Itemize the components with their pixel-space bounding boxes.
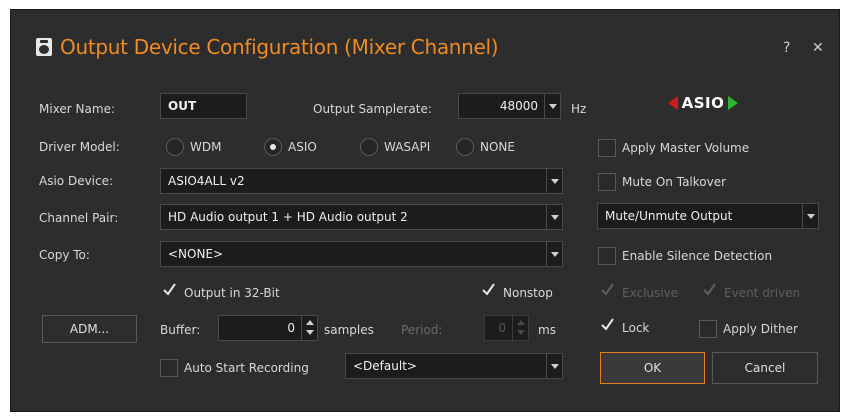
radio-asio[interactable]: ASIO xyxy=(264,137,317,157)
radio-wasapi[interactable]: WASAPI xyxy=(360,137,430,157)
samplerate-select[interactable]: 48000 xyxy=(458,93,561,119)
asio-device-label: Asio Device: xyxy=(39,174,114,188)
checkmark-icon xyxy=(163,283,176,296)
copy-to-label: Copy To: xyxy=(39,248,90,262)
asio-logo: ASIO xyxy=(668,93,738,113)
chevron-down-icon xyxy=(802,204,818,228)
dialog-window: Output Device Configuration (Mixer Chann… xyxy=(10,9,840,412)
chevron-down-icon xyxy=(546,169,562,193)
channel-pair-label: Channel Pair: xyxy=(39,211,119,225)
nonstop-checkbox[interactable]: Nonstop xyxy=(479,283,553,303)
period-unit: ms xyxy=(538,323,556,337)
mute-on-talkover-checkbox[interactable]: Mute On Talkover xyxy=(598,172,726,192)
checkmark-icon xyxy=(482,283,495,296)
apply-master-volume-checkbox[interactable]: Apply Master Volume xyxy=(598,138,749,158)
asio-device-select[interactable]: ASIO4ALL v2 xyxy=(160,168,563,194)
help-button[interactable]: ? xyxy=(783,40,790,56)
chevron-down-icon xyxy=(546,242,562,266)
lock-checkbox[interactable]: Lock xyxy=(598,318,649,338)
ok-button[interactable]: OK xyxy=(600,352,705,384)
output-32bit-checkbox[interactable]: Output in 32-Bit xyxy=(160,283,280,303)
buffer-unit: samples xyxy=(324,323,374,337)
title-bar[interactable]: Output Device Configuration (Mixer Chann… xyxy=(11,10,839,70)
chevron-down-icon xyxy=(546,354,562,378)
exclusive-checkbox[interactable]: Exclusive xyxy=(598,283,678,303)
apply-dither-checkbox[interactable]: Apply Dither xyxy=(699,319,798,339)
buffer-spinner[interactable]: 0 xyxy=(218,315,318,341)
auto-start-recording-checkbox[interactable]: Auto Start Recording xyxy=(160,358,309,378)
adm-button[interactable]: ADM... xyxy=(42,315,137,343)
asio-logo-text: ASIO xyxy=(681,94,725,112)
chevron-down-icon xyxy=(544,94,560,118)
enable-silence-detection-checkbox[interactable]: Enable Silence Detection xyxy=(598,246,772,266)
event-driven-checkbox[interactable]: Event driven xyxy=(700,283,800,303)
samplerate-value: 48000 xyxy=(499,99,538,113)
checkmark-icon xyxy=(601,318,614,331)
radio-circle-selected xyxy=(264,138,282,156)
checkmark-icon xyxy=(703,283,716,296)
radio-none[interactable]: NONE xyxy=(456,137,515,157)
recording-target-select[interactable]: <Default> xyxy=(345,353,563,379)
buffer-label: Buffer: xyxy=(160,323,201,337)
chevron-down-icon xyxy=(546,205,562,229)
stepper-arrows-icon[interactable] xyxy=(301,316,317,340)
radio-circle xyxy=(166,138,184,156)
samplerate-label: Output Samplerate: xyxy=(313,102,432,116)
window-title: Output Device Configuration (Mixer Chann… xyxy=(60,35,499,59)
checkmark-icon xyxy=(601,283,614,296)
mixer-name-label: Mixer Name: xyxy=(39,102,115,116)
radio-circle xyxy=(456,138,474,156)
speaker-icon xyxy=(36,38,52,56)
radio-circle xyxy=(360,138,378,156)
stepper-arrows-icon[interactable] xyxy=(512,316,528,340)
period-label: Period: xyxy=(401,323,443,337)
mixer-name-input[interactable]: OUT xyxy=(160,93,247,119)
driver-model-label: Driver Model: xyxy=(39,140,120,154)
mute-mode-select[interactable]: Mute/Unmute Output xyxy=(597,203,819,229)
radio-wdm[interactable]: WDM xyxy=(166,137,221,157)
copy-to-select[interactable]: <NONE> xyxy=(160,241,563,267)
samplerate-unit: Hz xyxy=(571,102,587,116)
cancel-button[interactable]: Cancel xyxy=(712,352,818,384)
period-spinner[interactable]: 0 xyxy=(484,315,529,341)
close-button[interactable]: ✕ xyxy=(812,40,824,56)
channel-pair-select[interactable]: HD Audio output 1 + HD Audio output 2 xyxy=(160,204,563,230)
